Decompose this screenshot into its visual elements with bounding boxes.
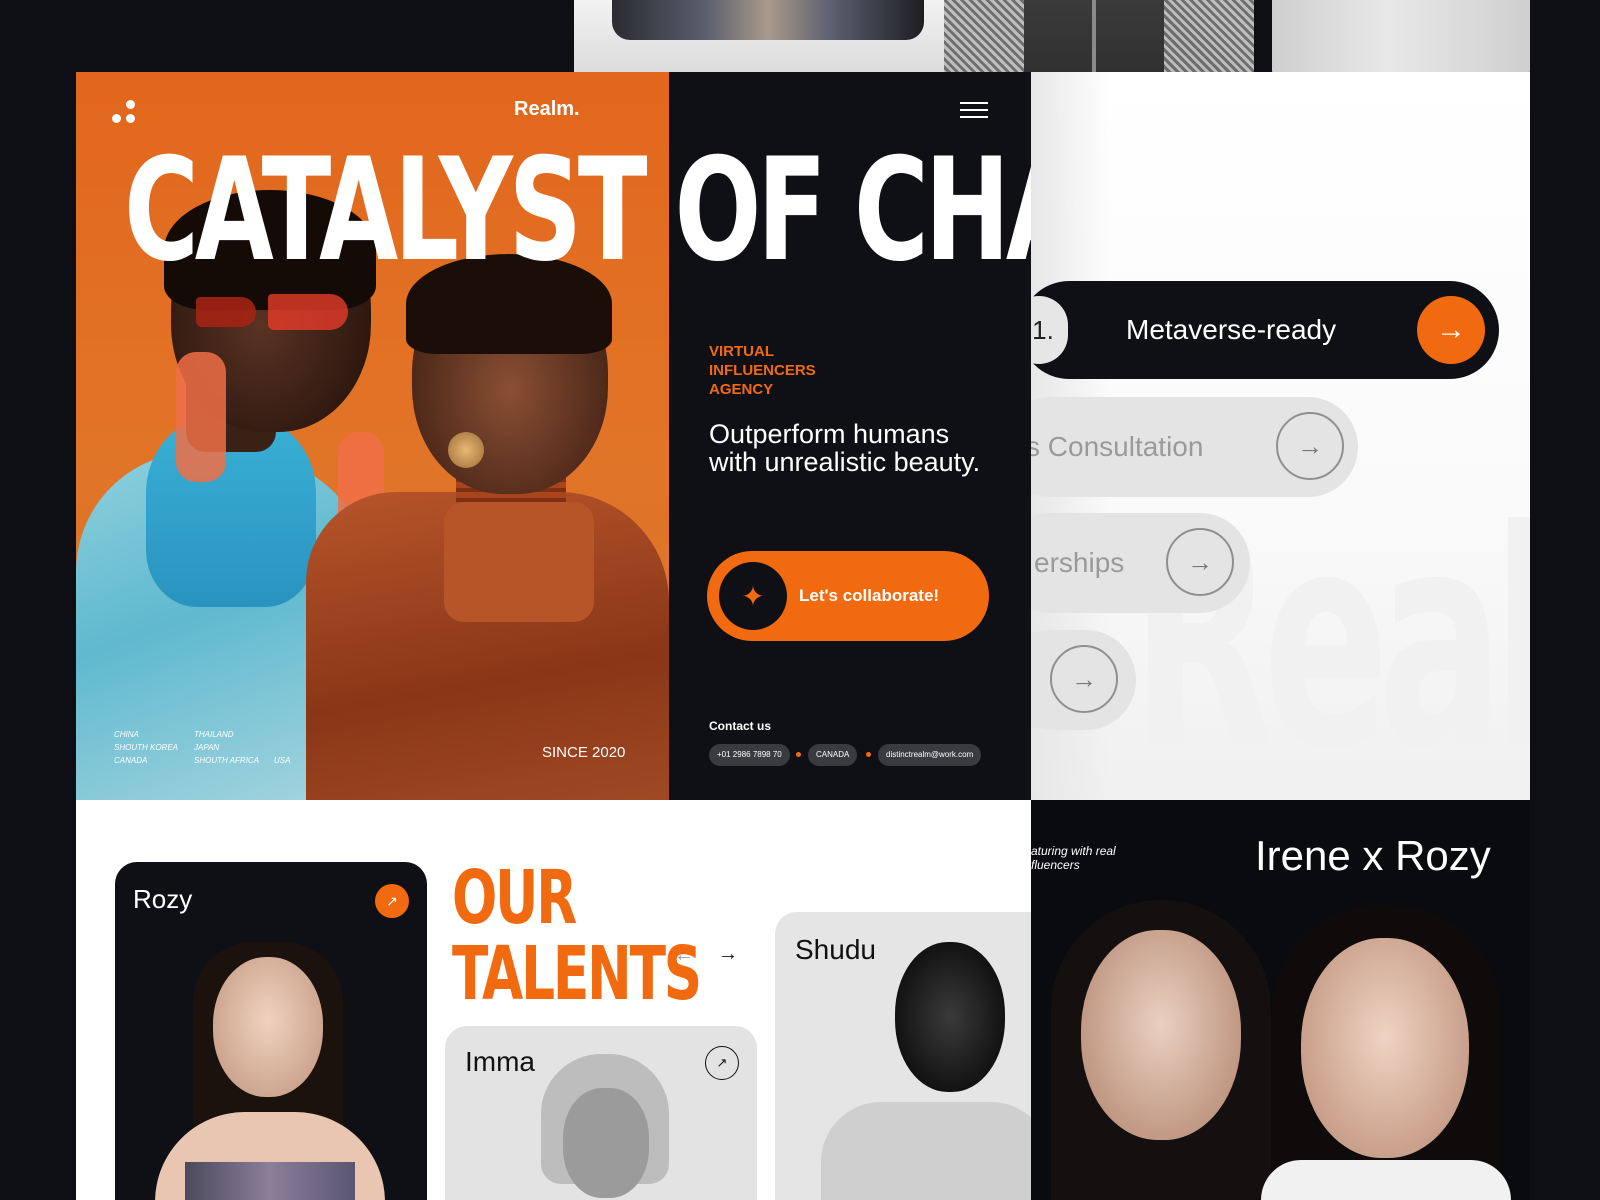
service-pill-partnerships[interactable]: erships → (1000, 513, 1250, 613)
service-label: erships (1034, 547, 1125, 578)
contact-email[interactable]: distinctrealm@work.com (878, 744, 982, 766)
service-pill-metaverse[interactable]: Metaverse-ready → (1020, 281, 1499, 379)
countries-col-1: CHINA SHOUTH KOREA CANADA (114, 730, 179, 765)
countries-col-3: USA (274, 756, 291, 765)
arrow-right-icon[interactable]: → (1276, 412, 1344, 480)
hero-headline: CATALYST OF CHANGE (124, 128, 1031, 293)
service-label: Metaverse-ready (1126, 314, 1337, 345)
talent-card-shudu[interactable]: Shudu (775, 912, 1031, 1200)
talent-name: Rozy (133, 884, 193, 914)
contact-heading: Contact us (709, 719, 772, 733)
arrow-right-icon[interactable]: → (1417, 296, 1485, 364)
collaborate-button[interactable]: ✦ Let's collaborate! (707, 551, 989, 641)
sparkle-star-icon: ✦ (719, 562, 787, 630)
arrow-right-icon[interactable]: → (718, 943, 738, 966)
talent-card-imma[interactable]: Imma ↗ (445, 1026, 757, 1200)
arrow-up-right-icon[interactable]: ↗ (375, 884, 409, 918)
collaborate-label: Let's collaborate! (799, 586, 940, 605)
preview-tile-top (574, 0, 944, 72)
preview-image (612, 0, 924, 40)
talent-name: Shudu (795, 934, 876, 965)
talent-name: Imma (465, 1046, 535, 1077)
arrow-right-icon[interactable]: → (1050, 645, 1118, 713)
arrow-up-right-icon[interactable]: ↗ (705, 1046, 739, 1080)
talents-section: Rozy ↗ OUR TALENTS ← → Imma ↗ Shudu (76, 800, 1031, 1200)
brand-name[interactable]: Realm. (514, 98, 580, 121)
separator-dot (796, 752, 801, 757)
countries-col-2: THAILAND JAPAN SHOUTH AFRICA (194, 730, 260, 765)
hero-section: CHINA SHOUTH KOREA CANADA THAILAND JAPAN SHO… (76, 72, 1031, 800)
service-label: ss Consultation (1012, 431, 1204, 462)
since-label: SINCE 2020 (542, 744, 626, 761)
hamburger-menu-icon[interactable] (960, 102, 988, 118)
contact-phone[interactable]: +01 2986 7898 70 (709, 744, 790, 766)
arrow-left-icon[interactable]: ← (674, 944, 694, 967)
collab-section: aturing with real fluencers Irene x Rozy (1031, 800, 1530, 1200)
three-dots-logo-icon[interactable] (112, 100, 138, 126)
service-pill-consultation[interactable]: ss Consultation → (1000, 397, 1358, 497)
collab-title: Irene x Rozy (1255, 832, 1491, 879)
featuring-note: aturing with real fluencers (1031, 844, 1116, 872)
hero-subheadline: Outperform humans with unrealistic beaut… (709, 419, 981, 477)
talents-heading: OUR TALENTS (452, 855, 702, 1017)
arrow-right-icon[interactable]: → (1166, 528, 1234, 596)
talent-card-rozy[interactable]: Rozy ↗ (115, 862, 427, 1200)
contact-country[interactable]: CANADA (808, 744, 858, 766)
separator-dot (866, 752, 871, 757)
agency-tagline: VIRTUAL INFLUENCERS AGENCY (709, 343, 816, 398)
